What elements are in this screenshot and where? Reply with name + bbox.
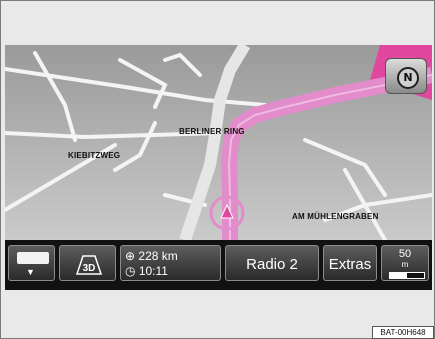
figure-code: BAT-00H648 xyxy=(372,326,434,339)
scale-bar-fill xyxy=(390,273,407,278)
scale-value: 50 xyxy=(398,248,412,260)
route-info-button[interactable]: ⊕ 228 km ◷ 10:11 xyxy=(120,245,221,281)
street-label-berliner-ring: BERLINER RING xyxy=(179,127,245,136)
svg-text:3D: 3D xyxy=(83,263,96,274)
clock-icon: ◷ xyxy=(125,264,136,278)
radio-button-label: Radio 2 xyxy=(246,256,298,273)
street-label-kiebitzweg: KIEBITZWEG xyxy=(68,151,121,160)
device-frame: N BERLINER RING KIEBITZWEG AM MÜHLENGRAB… xyxy=(0,0,435,339)
view-mode-button[interactable]: 3D xyxy=(59,245,116,281)
extras-button-label: Extras xyxy=(328,256,372,273)
street-label-am-muehlengraben: AM MÜHLENGRABEN xyxy=(292,212,379,221)
north-icon: N xyxy=(397,67,419,89)
map-scale-button[interactable]: 50 m xyxy=(381,245,429,281)
list-menu-icon xyxy=(17,252,49,264)
scale-bar xyxy=(389,272,425,279)
scale-unit: m xyxy=(401,260,409,269)
chevron-down-icon: ▼ xyxy=(26,267,35,277)
compass-button[interactable]: N xyxy=(385,58,427,94)
menu-button[interactable]: ▼ xyxy=(8,245,55,281)
arrival-info: ◷ 10:11 xyxy=(125,264,168,278)
3d-view-icon: 3D xyxy=(75,255,103,275)
distance-icon: ⊕ xyxy=(125,249,136,263)
extras-button[interactable]: Extras xyxy=(323,245,377,281)
function-bar: ▼ 3D ⊕ 228 km ◷ 10:11 Radio 2 Extras 50 … xyxy=(5,240,432,290)
radio-button[interactable]: Radio 2 xyxy=(225,245,319,281)
distance-info: ⊕ 228 km xyxy=(125,249,178,263)
navigation-screen: N BERLINER RING KIEBITZWEG AM MÜHLENGRAB… xyxy=(5,45,432,290)
